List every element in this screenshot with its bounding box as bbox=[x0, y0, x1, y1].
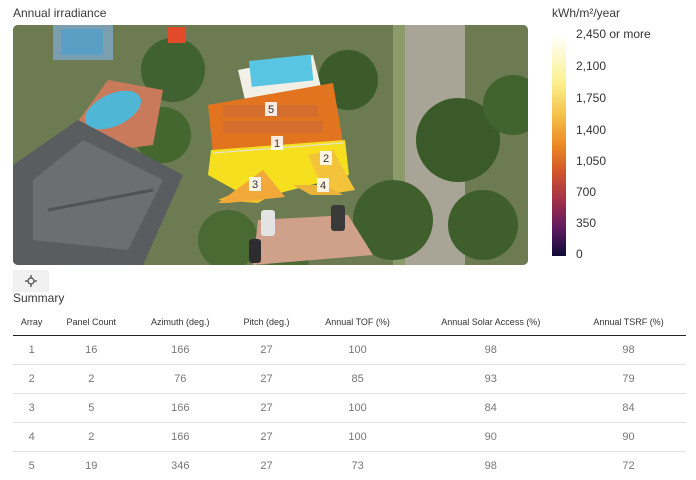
aerial-view: 1 2 3 4 5 bbox=[13, 25, 528, 265]
column-header: Array bbox=[13, 309, 50, 336]
table-cell: 79 bbox=[571, 365, 686, 394]
column-header: Annual TSRF (%) bbox=[571, 309, 686, 336]
legend-color-bar bbox=[552, 34, 566, 256]
svg-text:2: 2 bbox=[323, 153, 329, 165]
table-cell: 4 bbox=[13, 423, 50, 452]
table-row: 1 16 166 27 100 98 98 bbox=[13, 336, 686, 365]
column-header: Panel Count bbox=[50, 309, 132, 336]
legend-tick: 700 bbox=[576, 185, 596, 199]
array-label-4[interactable]: 4 bbox=[317, 178, 329, 192]
table-cell: 90 bbox=[571, 423, 686, 452]
table-cell: 1 bbox=[13, 336, 50, 365]
table-cell: 98 bbox=[411, 336, 571, 365]
annual-irradiance-title: Annual irradiance bbox=[13, 6, 106, 20]
array-label-5[interactable]: 5 bbox=[265, 102, 277, 116]
table-cell: 166 bbox=[132, 423, 228, 452]
legend-tick: 2,450 or more bbox=[576, 27, 651, 41]
legend-tick: 1,750 bbox=[576, 91, 606, 105]
legend-tick: 350 bbox=[576, 216, 596, 230]
table-row: 2 2 76 27 85 93 79 bbox=[13, 365, 686, 394]
table-cell: 84 bbox=[571, 394, 686, 423]
table-cell: 2 bbox=[50, 423, 132, 452]
column-header: Annual Solar Access (%) bbox=[411, 309, 571, 336]
table-cell: 16 bbox=[50, 336, 132, 365]
table-cell: 100 bbox=[305, 394, 411, 423]
table-cell: 166 bbox=[132, 394, 228, 423]
legend-tick: 1,050 bbox=[576, 154, 606, 168]
summary-table: Array Panel Count Azimuth (deg.) Pitch (… bbox=[13, 309, 686, 480]
crosshair-icon bbox=[25, 275, 37, 287]
table-cell: 85 bbox=[305, 365, 411, 394]
legend-tick: 2,100 bbox=[576, 59, 606, 73]
array-label-2[interactable]: 2 bbox=[320, 151, 332, 165]
legend-tick: 0 bbox=[576, 247, 583, 261]
table-cell: 84 bbox=[411, 394, 571, 423]
table-cell: 93 bbox=[411, 365, 571, 394]
table-cell: 90 bbox=[411, 423, 571, 452]
table-cell: 27 bbox=[228, 365, 304, 394]
legend-tick: 1,400 bbox=[576, 123, 606, 137]
table-cell: 27 bbox=[228, 423, 304, 452]
table-cell: 100 bbox=[305, 423, 411, 452]
table-cell: 100 bbox=[305, 336, 411, 365]
table-cell: 2 bbox=[50, 365, 132, 394]
table-cell: 5 bbox=[50, 394, 132, 423]
svg-text:5: 5 bbox=[268, 104, 274, 116]
summary-title: Summary bbox=[13, 291, 64, 305]
table-cell: 76 bbox=[132, 365, 228, 394]
column-header: Annual TOF (%) bbox=[305, 309, 411, 336]
table-row: 4 2 166 27 100 90 90 bbox=[13, 423, 686, 452]
table-cell: 27 bbox=[228, 336, 304, 365]
column-header: Azimuth (deg.) bbox=[132, 309, 228, 336]
table-cell: 166 bbox=[132, 336, 228, 365]
table-header-row: Array Panel Count Azimuth (deg.) Pitch (… bbox=[13, 309, 686, 336]
table-cell: 3 bbox=[13, 394, 50, 423]
table-cell: 98 bbox=[571, 336, 686, 365]
svg-text:4: 4 bbox=[320, 180, 326, 192]
array-label-3[interactable]: 3 bbox=[249, 177, 261, 191]
table-cell: 2 bbox=[13, 365, 50, 394]
table-row: 3 5 166 27 100 84 84 bbox=[13, 394, 686, 423]
svg-text:3: 3 bbox=[252, 179, 258, 191]
table-cell: 27 bbox=[228, 394, 304, 423]
legend-unit: kWh/m²/year bbox=[552, 6, 620, 20]
svg-text:1: 1 bbox=[274, 138, 280, 150]
column-header: Pitch (deg.) bbox=[228, 309, 304, 336]
locate-button[interactable] bbox=[13, 270, 49, 292]
array-label-1[interactable]: 1 bbox=[271, 136, 283, 150]
irradiance-map[interactable]: 1 2 3 4 5 bbox=[13, 25, 528, 265]
